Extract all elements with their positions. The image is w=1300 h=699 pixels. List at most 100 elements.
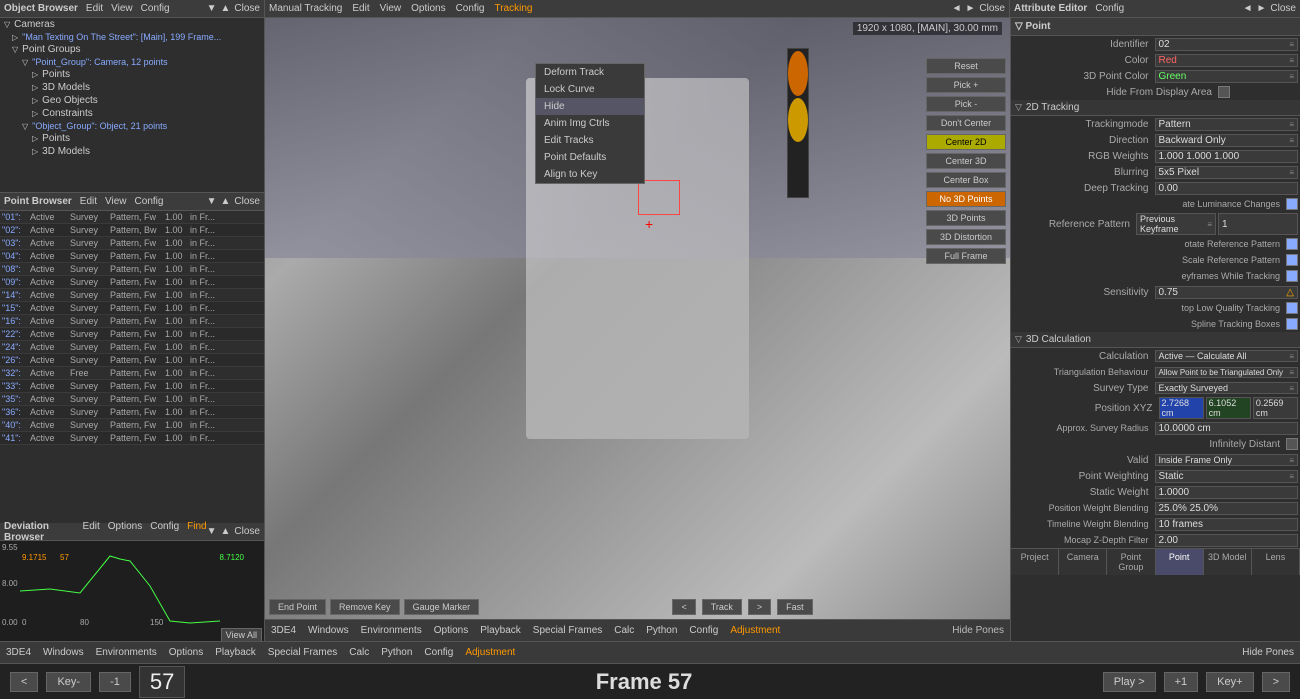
rp-timeline-blend-value[interactable]: 10 frames — [1155, 518, 1299, 531]
gauge-marker-button[interactable]: Gauge Marker — [404, 599, 480, 615]
db-edit[interactable]: Edit — [83, 521, 100, 543]
ctx-point-defaults[interactable]: Point Defaults — [536, 149, 644, 166]
rp-stop-low-check[interactable] — [1286, 302, 1298, 314]
menu-windows[interactable]: Windows — [43, 647, 84, 658]
bbar-3de4[interactable]: 3DE4 — [271, 625, 296, 636]
rp-x-value[interactable]: 2.7268 cm — [1159, 397, 1204, 419]
menu-calc[interactable]: Calc — [349, 647, 369, 658]
mt-view[interactable]: View — [380, 3, 402, 14]
mt-tracking[interactable]: Tracking — [494, 3, 532, 14]
pb-down[interactable]: ▲ — [221, 196, 231, 207]
bbar-adjustment[interactable]: Adjustment — [730, 625, 780, 636]
table-row[interactable]: "33": Active Survey Pattern, Fw 1.00 in … — [0, 380, 264, 393]
menu-3de4[interactable]: 3DE4 — [6, 647, 31, 658]
table-row[interactable]: "26": Active Survey Pattern, Fw 1.00 in … — [0, 354, 264, 367]
db-find[interactable]: Find — [187, 521, 206, 543]
rp-3dcolor-value[interactable]: Green ≡ — [1155, 70, 1299, 83]
ctx-lock-curve[interactable]: Lock Curve — [536, 81, 644, 98]
rp-z-value[interactable]: 0.2569 cm — [1253, 397, 1298, 419]
table-row[interactable]: "40": Active Survey Pattern, Fw 1.00 in … — [0, 419, 264, 432]
pb-config[interactable]: Config — [135, 196, 164, 207]
table-row[interactable]: "36": Active Survey Pattern, Fw 1.00 in … — [0, 406, 264, 419]
rp-blurring-value[interactable]: 5x5 Pixel ≡ — [1155, 166, 1299, 179]
rp-color-value[interactable]: Red ≡ — [1155, 54, 1299, 67]
mt-prev[interactable]: ◄ — [952, 3, 962, 14]
menu-adjustment[interactable]: Adjustment — [465, 647, 515, 658]
rp-scale-check[interactable] — [1286, 254, 1298, 266]
rp-refpattern-value[interactable]: Previous Keyframe ≡ — [1136, 213, 1216, 235]
table-row[interactable]: "14": Active Survey Pattern, Fw 1.00 in … — [0, 289, 264, 302]
table-row[interactable]: "41": Active Survey Pattern, Fw 1.00 in … — [0, 432, 264, 445]
ob-down[interactable]: ▲ — [221, 3, 231, 14]
tree-object-points[interactable]: ▷ Points — [0, 132, 264, 145]
ctx-deform-track[interactable]: Deform Track — [536, 64, 644, 81]
tree-geo-objects[interactable]: ▷ Geo Objects — [0, 94, 264, 107]
rp-mocap-value[interactable]: 2.00 — [1155, 534, 1299, 547]
rp-hide-checkbox[interactable] — [1218, 86, 1230, 98]
db-close[interactable]: Close — [234, 526, 260, 537]
rp-survey-value[interactable]: Exactly Surveyed ≡ — [1155, 382, 1299, 394]
rp-valid-value[interactable]: Inside Frame Only ≡ — [1155, 454, 1299, 466]
menu-playback[interactable]: Playback — [215, 647, 256, 658]
pick-minus-button[interactable]: Pick - — [926, 96, 1006, 112]
mt-title[interactable]: Manual Tracking — [269, 3, 342, 14]
ae-config[interactable]: Config — [1095, 3, 1124, 14]
bbar-python[interactable]: Python — [646, 625, 677, 636]
tree-cameras[interactable]: ▽ Cameras — [0, 18, 264, 31]
center-2d-button[interactable]: Center 2D — [926, 134, 1006, 150]
nav-next-button[interactable]: > — [1262, 672, 1290, 692]
rp-deep-value[interactable]: 0.00 — [1155, 182, 1299, 195]
table-row[interactable]: "02": Active Survey Pattern, Bw 1.00 in … — [0, 224, 264, 237]
rp-rotate-check[interactable] — [1286, 238, 1298, 250]
tree-3d-models[interactable]: ▷ 3D Models — [0, 81, 264, 94]
ctx-hide[interactable]: Hide — [536, 98, 644, 115]
rp-approx-value[interactable]: 10.0000 cm — [1155, 422, 1299, 435]
db-options[interactable]: Options — [108, 521, 142, 543]
rp-weighting-value[interactable]: Static ≡ — [1155, 470, 1299, 483]
ob-config[interactable]: Config — [141, 3, 170, 14]
rp-direction-value[interactable]: Backward Only ≡ — [1155, 134, 1299, 147]
bbar-options[interactable]: Options — [434, 625, 468, 636]
tree-object-group[interactable]: ▽ "Object_Group": Object, 21 points — [0, 120, 264, 132]
ob-view[interactable]: View — [111, 3, 133, 14]
plus1-button[interactable]: +1 — [1164, 672, 1199, 692]
menu-options[interactable]: Options — [169, 647, 203, 658]
ae-close[interactable]: Close — [1270, 3, 1296, 14]
prev-frame-button[interactable]: < — [672, 599, 695, 615]
ctx-align-to-key[interactable]: Align to Key — [536, 166, 644, 183]
db-config[interactable]: Config — [150, 521, 179, 543]
bbar-special[interactable]: Special Frames — [533, 625, 602, 636]
tree-point-group[interactable]: ▽ "Point_Group": Camera, 12 points — [0, 56, 264, 68]
3d-points-button[interactable]: 3D Points — [926, 210, 1006, 226]
center-box-button[interactable]: Center Box — [926, 172, 1006, 188]
ob-up[interactable]: ▼ — [207, 3, 217, 14]
ob-edit[interactable]: Edit — [86, 3, 103, 14]
tab-3d-model[interactable]: 3D Model — [1204, 549, 1252, 575]
pick-plus-button[interactable]: Pick + — [926, 77, 1006, 93]
center-3d-button[interactable]: Center 3D — [926, 153, 1006, 169]
full-frame-button[interactable]: Full Frame — [926, 248, 1006, 264]
tree-constraints[interactable]: ▷ Constraints — [0, 107, 264, 120]
3d-distortion-button[interactable]: 3D Distortion — [926, 229, 1006, 245]
tab-lens[interactable]: Lens — [1252, 549, 1300, 575]
key-plus-button[interactable]: Key+ — [1206, 672, 1253, 692]
tab-point[interactable]: Point — [1156, 549, 1204, 575]
track-button[interactable]: Track — [702, 599, 742, 615]
rp-y-value[interactable]: 6.1052 cm — [1206, 397, 1251, 419]
rp-identifier-value[interactable]: 02 ≡ — [1155, 38, 1299, 51]
fast-button[interactable]: Fast — [777, 599, 813, 615]
rp-trackingmode-value[interactable]: Pattern ≡ — [1155, 118, 1299, 131]
rp-hide-check[interactable] — [1218, 86, 1298, 98]
db-up[interactable]: ▼ — [207, 526, 217, 537]
ae-next[interactable]: ► — [1257, 3, 1267, 14]
hide-pones-btn[interactable]: Hide Pones — [1242, 647, 1294, 658]
menu-special[interactable]: Special Frames — [268, 647, 337, 658]
mt-config[interactable]: Config — [456, 3, 485, 14]
bbar-environments[interactable]: Environments — [361, 625, 422, 636]
table-row[interactable]: "03": Active Survey Pattern, Fw 1.00 in … — [0, 237, 264, 250]
ctx-anim-img[interactable]: Anim Img Ctrls — [536, 115, 644, 132]
rp-rgb-value[interactable]: 1.000 1.000 1.000 — [1155, 150, 1299, 163]
dont-center-button[interactable]: Don't Center — [926, 115, 1006, 131]
tree-points[interactable]: ▷ Points — [0, 68, 264, 81]
bbar-playback[interactable]: Playback — [480, 625, 521, 636]
